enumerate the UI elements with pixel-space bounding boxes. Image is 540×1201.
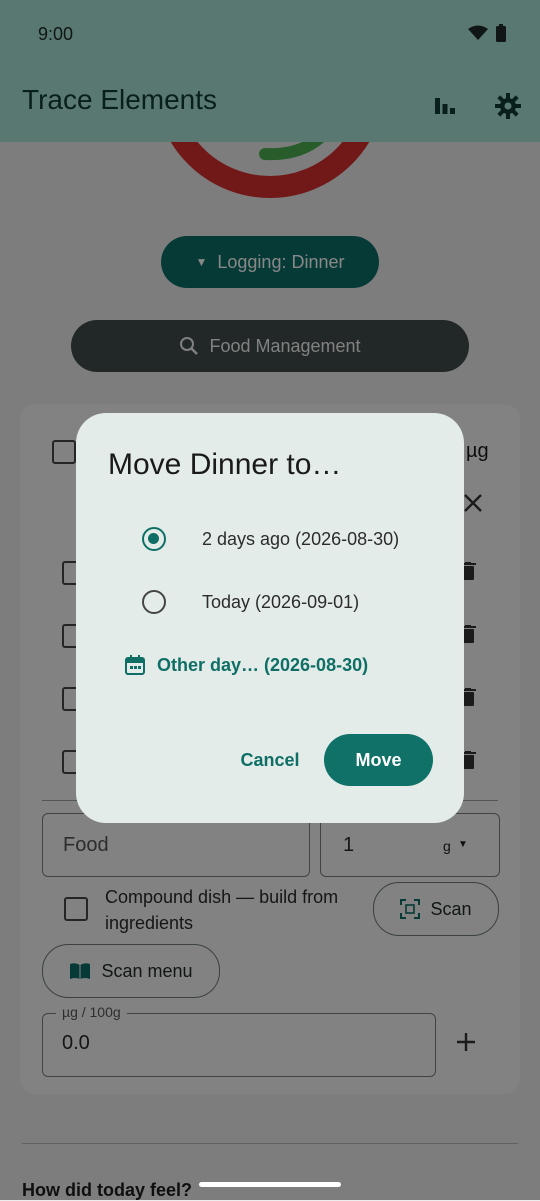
calendar-icon xyxy=(125,655,145,675)
option-two-days-ago[interactable]: 2 days ago (2026-08-30) xyxy=(130,514,430,564)
radio-today[interactable] xyxy=(142,590,166,614)
other-day-label: Other day… (2026-08-30) xyxy=(157,654,369,675)
option-label: Today (2026-09-01) xyxy=(202,592,360,612)
dialog-title: Move Dinner to… xyxy=(108,448,342,481)
radio-two-days-ago[interactable] xyxy=(142,527,166,551)
cancel-button[interactable]: Cancel xyxy=(226,735,314,785)
option-today[interactable]: Today (2026-09-01) xyxy=(130,577,430,627)
other-day-button[interactable]: Other day… (2026-08-30) xyxy=(124,654,368,676)
home-indicator[interactable] xyxy=(199,1182,341,1187)
move-button[interactable]: Move xyxy=(324,734,433,786)
option-label: 2 days ago (2026-08-30) xyxy=(202,529,400,549)
